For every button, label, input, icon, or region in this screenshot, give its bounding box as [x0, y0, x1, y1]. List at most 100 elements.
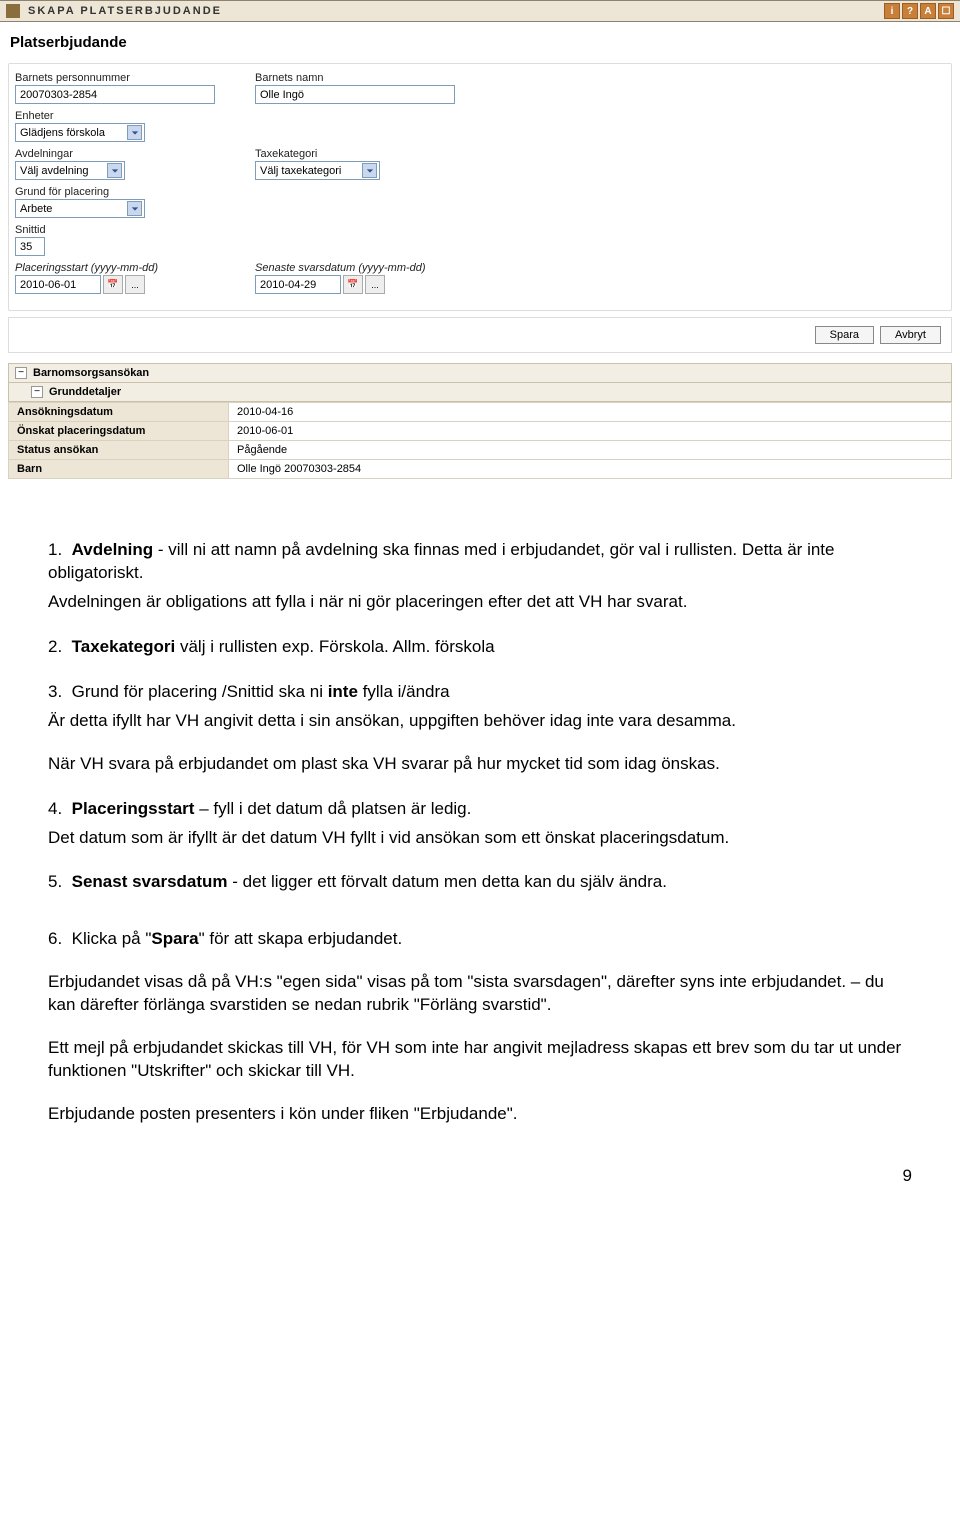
form-panel: Barnets personnummer Barnets namn Enhete… — [8, 63, 952, 311]
help-icon[interactable]: ? — [902, 3, 918, 19]
detail-value: 2010-04-16 — [229, 403, 952, 422]
label-avdelningar: Avdelningar — [15, 148, 215, 160]
save-button[interactable]: Spara — [815, 326, 874, 344]
text: Ett mejl på erbjudandet skickas till VH,… — [48, 1037, 912, 1083]
header-toolbar: i ? A ☐ — [884, 3, 954, 19]
page-title: Platserbjudande — [0, 22, 960, 57]
table-row: Barn Olle Ingö 20070303-2854 — [9, 460, 952, 479]
list-item: 5. Senast svarsdatum - det ligger ett fö… — [48, 871, 912, 894]
label-personnummer: Barnets personnummer — [15, 72, 215, 84]
table-row: Ansökningsdatum 2010-04-16 — [9, 403, 952, 422]
cancel-button[interactable]: Avbryt — [880, 326, 941, 344]
print-icon[interactable]: A — [920, 3, 936, 19]
header-title: SKAPA PLATSERBJUDANDE — [28, 5, 222, 17]
collapse-icon[interactable]: − — [15, 367, 27, 379]
input-personnummer[interactable] — [15, 85, 215, 104]
datepick-button[interactable]: ... — [365, 275, 385, 294]
calendar-icon[interactable]: 📅 — [343, 275, 363, 294]
table-row: Status ansökan Pågående — [9, 441, 952, 460]
details-table: Ansökningsdatum 2010-04-16 Önskat placer… — [8, 402, 952, 479]
select-taxekategori-value: Välj taxekategori — [260, 165, 341, 177]
date-placeringsstart: 📅 ... — [15, 275, 215, 294]
app-logo-icon — [6, 4, 20, 18]
chevron-down-icon — [362, 163, 377, 178]
detail-value: Olle Ingö 20070303-2854 — [229, 460, 952, 479]
calendar-icon[interactable]: 📅 — [103, 275, 123, 294]
field-placeringsstart: Placeringsstart (yyyy-mm-dd) 📅 ... — [15, 262, 215, 294]
text: – fyll i det datum då platsen är ledig. — [194, 799, 471, 818]
datepick-button[interactable]: ... — [125, 275, 145, 294]
collapse-icon[interactable]: − — [31, 386, 43, 398]
label-namn: Barnets namn — [255, 72, 455, 84]
list-item: 2. Taxekategori välj i rullisten exp. Fö… — [48, 636, 912, 659]
text: - det ligger ett förvalt datum men detta… — [228, 872, 667, 891]
term-taxekategori: Taxekategori — [72, 637, 176, 656]
input-snittid[interactable] — [15, 237, 45, 256]
label-svarsdatum: Senaste svarsdatum (yyyy-mm-dd) — [255, 262, 495, 274]
panel-subtitle: Grunddetaljer — [49, 386, 121, 398]
panel-ansokan: − Barnomsorgsansökan − Grunddetaljer Ans… — [8, 363, 952, 479]
list-item: 6. Klicka på "Spara" för att skapa erbju… — [48, 928, 912, 1126]
page-number: 9 — [0, 1166, 912, 1186]
list-item: 3. Grund för placering /Snittid ska ni i… — [48, 681, 912, 776]
term-placeringsstart: Placeringsstart — [72, 799, 195, 818]
select-grund-value: Arbete — [20, 203, 52, 215]
list-item: 4. Placeringsstart – fyll i det datum då… — [48, 798, 912, 850]
text: Erbjudande posten presenters i kön under… — [48, 1103, 912, 1126]
date-svarsdatum: 📅 ... — [255, 275, 495, 294]
select-avdelningar-value: Välj avdelning — [20, 165, 89, 177]
detail-value: 2010-06-01 — [229, 422, 952, 441]
select-grund[interactable]: Arbete — [15, 199, 145, 218]
window-icon[interactable]: ☐ — [938, 3, 954, 19]
chevron-down-icon — [127, 125, 142, 140]
select-enheter[interactable]: Glädjens förskola — [15, 123, 145, 142]
field-avdelningar: Avdelningar Välj avdelning — [15, 148, 215, 180]
text: Avdelningen är obligations att fylla i n… — [48, 591, 912, 614]
input-placeringsstart[interactable] — [15, 275, 101, 294]
detail-label: Barn — [9, 460, 229, 479]
field-grund: Grund för placering Arbete — [15, 186, 215, 218]
panel-head-ansokan[interactable]: − Barnomsorgsansökan — [8, 363, 952, 383]
detail-value: Pågående — [229, 441, 952, 460]
instructions: 1. Avdelning - vill ni att namn på avdel… — [48, 539, 912, 1126]
label-grund: Grund för placering — [15, 186, 215, 198]
label-placeringsstart: Placeringsstart (yyyy-mm-dd) — [15, 262, 215, 274]
field-svarsdatum: Senaste svarsdatum (yyyy-mm-dd) 📅 ... — [255, 262, 495, 294]
field-taxekategori: Taxekategori Välj taxekategori — [255, 148, 455, 180]
label-snittid: Snittid — [15, 224, 215, 236]
text: När VH svara på erbjudandet om plast ska… — [48, 753, 912, 776]
text: Är detta ifyllt har VH angivit detta i s… — [48, 710, 912, 733]
select-avdelningar[interactable]: Välj avdelning — [15, 161, 125, 180]
detail-label: Önskat placeringsdatum — [9, 422, 229, 441]
chevron-down-icon — [107, 163, 122, 178]
term-svarsdatum: Senast svarsdatum — [72, 872, 228, 891]
text: välj i rullisten exp. Förskola. Allm. fö… — [175, 637, 494, 656]
term-avdelning: Avdelning — [72, 540, 154, 559]
panel-head-grunddetaljer[interactable]: − Grunddetaljer — [8, 383, 952, 402]
panel-title: Barnomsorgsansökan — [33, 367, 149, 379]
info-icon[interactable]: i — [884, 3, 900, 19]
select-enheter-value: Glädjens förskola — [20, 127, 105, 139]
header-bar: SKAPA PLATSERBJUDANDE i ? A ☐ — [0, 0, 960, 22]
input-namn[interactable] — [255, 85, 455, 104]
text: " för att skapa erbjudandet. — [199, 929, 403, 948]
field-enheter: Enheter Glädjens förskola — [15, 110, 215, 142]
select-taxekategori[interactable]: Välj taxekategori — [255, 161, 380, 180]
input-svarsdatum[interactable] — [255, 275, 341, 294]
label-taxekategori: Taxekategori — [255, 148, 455, 160]
term-inte: inte — [328, 682, 358, 701]
text: fylla i/ändra — [358, 682, 450, 701]
chevron-down-icon — [127, 201, 142, 216]
list-item: 1. Avdelning - vill ni att namn på avdel… — [48, 539, 912, 614]
text: Grund för placering /Snittid ska ni — [72, 682, 328, 701]
term-spara: Spara — [151, 929, 198, 948]
field-namn: Barnets namn — [255, 72, 455, 104]
field-snittid: Snittid — [15, 224, 215, 256]
detail-label: Status ansökan — [9, 441, 229, 460]
header-left: SKAPA PLATSERBJUDANDE — [6, 4, 222, 18]
label-enheter: Enheter — [15, 110, 215, 122]
button-bar: Spara Avbryt — [8, 317, 952, 353]
text: - vill ni att namn på avdelning ska finn… — [48, 540, 834, 582]
text: Erbjudandet visas då på VH:s "egen sida"… — [48, 971, 912, 1017]
table-row: Önskat placeringsdatum 2010-06-01 — [9, 422, 952, 441]
